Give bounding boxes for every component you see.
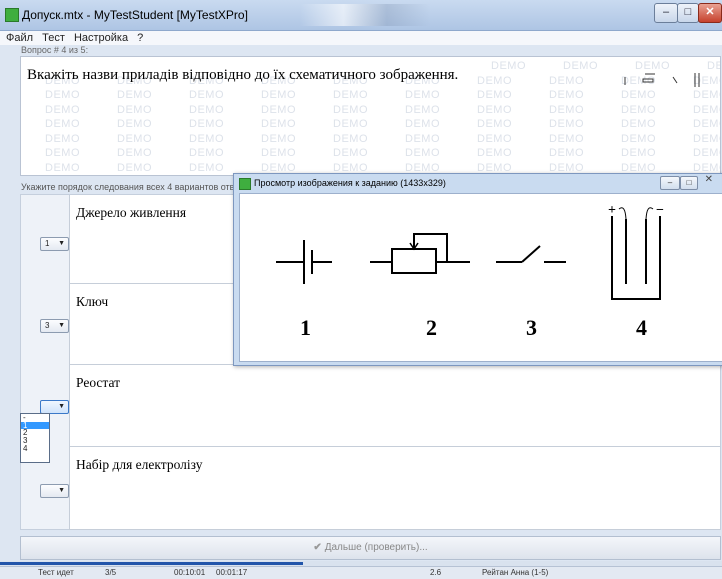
title-bar: Допуск.mtx - MyTestStudent [MyTestXPro] …	[0, 0, 722, 31]
test-progress-fill	[0, 562, 304, 565]
figure-number: 4	[636, 315, 647, 340]
chevron-down-icon: ▼	[58, 403, 65, 410]
answer-label: Ключ	[76, 294, 109, 309]
answer-row: Реостат	[69, 365, 720, 447]
electrolysis-symbol: + −	[608, 203, 664, 300]
status-score: 2.6	[430, 568, 442, 577]
viewer-close-button[interactable]: ✕	[705, 174, 713, 185]
viewer-minimize-button[interactable]: –	[660, 176, 680, 190]
close-button[interactable]: ✕	[698, 3, 722, 23]
status-bar: Тест идет 3/5 00:10:01 00:01:17 2.6 Рейт…	[0, 566, 722, 579]
window-title: Допуск.mtx - MyTestStudent [MyTestXPro]	[22, 8, 248, 22]
question-image-thumbnail[interactable]	[621, 65, 711, 95]
menu-test[interactable]: Тест	[42, 31, 65, 45]
dropdown-option[interactable]: 4	[21, 444, 49, 453]
order-select-4[interactable]: ▼	[40, 484, 69, 498]
menu-file[interactable]: Файл	[6, 31, 33, 45]
chevron-down-icon: ▼	[58, 240, 65, 247]
answer-label: Реостат	[76, 375, 121, 390]
chevron-down-icon: ▼	[58, 487, 65, 494]
order-select-value: 3	[45, 321, 50, 330]
answer-label: Набір для електролізу	[76, 457, 203, 472]
status-time-elapsed: 00:01:17	[216, 568, 248, 577]
app-checkbox-icon	[239, 178, 251, 190]
app-checkbox-icon	[5, 8, 19, 22]
status-user: Рейтан Анна (1-5)	[482, 568, 549, 577]
question-number-label: Вопрос # 4 из 5:	[21, 45, 89, 55]
order-select-2[interactable]: 3 ▼	[40, 319, 69, 333]
minus-sign: −	[656, 203, 664, 218]
status-mode: Тест идет	[38, 568, 74, 577]
order-instruction: Укажите порядок следования всех 4 вариан…	[21, 182, 251, 192]
next-button-label: Дальше (проверить)...	[324, 542, 428, 553]
image-viewer-title: Просмотр изображения к заданию (1433x329…	[254, 178, 446, 188]
order-select-value: 1	[45, 239, 50, 248]
plus-sign: +	[608, 203, 616, 218]
menu-bar: Файл Тест Настройка ?	[0, 31, 722, 45]
next-check-button[interactable]: ✔ Дальше (проверить)...	[20, 536, 721, 560]
figure-number: 3	[526, 315, 537, 340]
schematic-image: + − 1 2 3 4	[239, 193, 722, 362]
status-progress: 3/5	[105, 568, 117, 577]
rheostat-symbol	[370, 233, 470, 274]
order-dropdown-list[interactable]: - 1 2 3 4	[20, 413, 50, 463]
order-select-3[interactable]: ▼	[40, 400, 69, 414]
order-select-1[interactable]: 1 ▼	[40, 237, 69, 251]
image-viewer-window[interactable]: Просмотр изображения к заданию (1433x329…	[233, 173, 722, 366]
chevron-down-icon: ▼	[58, 322, 65, 329]
viewer-maximize-button[interactable]: □	[680, 176, 698, 190]
status-time-total: 00:10:01	[174, 568, 206, 577]
figure-number: 2	[426, 315, 437, 340]
maximize-button[interactable]: □	[677, 3, 699, 23]
title-decoration	[300, 4, 430, 26]
minimize-button[interactable]: –	[654, 3, 678, 23]
figure-number: 1	[300, 315, 311, 340]
answer-row: Набір для електролізу	[69, 447, 720, 530]
switch-symbol	[496, 245, 566, 263]
question-panel: DEMODEMODEMODEMODEMODEMODEMODEMODEMODEMO…	[20, 56, 721, 176]
answer-label: Джерело живлення	[76, 205, 187, 220]
check-icon: ✔	[313, 542, 322, 553]
menu-settings[interactable]: Настройка	[74, 31, 128, 45]
battery-symbol	[276, 240, 332, 284]
menu-help[interactable]: ?	[137, 31, 143, 45]
question-text: Вкажіть назви приладів відповідно до їх …	[27, 67, 459, 83]
